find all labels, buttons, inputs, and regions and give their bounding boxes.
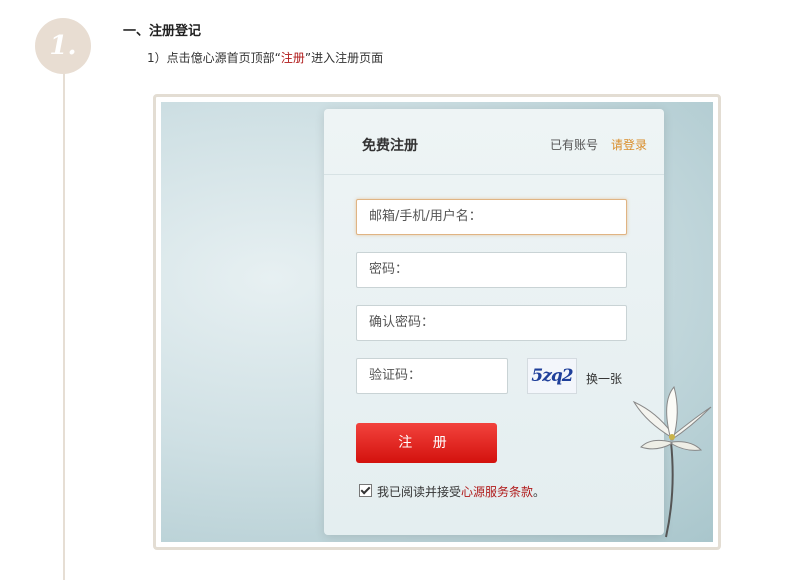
timeline-line (63, 70, 65, 580)
instruction-text: 1）点击億心源首页顶部“注册”进入注册页面 (147, 49, 383, 66)
login-link[interactable]: 请登录 (611, 136, 647, 153)
screenshot-frame: 免费注册 已有账号 请登录 邮箱/手机/用户名： 密码： 确认密码： 验证码： … (153, 94, 721, 550)
confirm-password-input[interactable]: 确认密码： (356, 305, 627, 341)
instruction-highlight: 注册 (280, 51, 305, 65)
register-button[interactable]: 注 册 (356, 423, 497, 463)
register-panel: 免费注册 已有账号 请登录 邮箱/手机/用户名： 密码： 确认密码： 验证码： … (324, 109, 664, 535)
instruction-prefix: 1）点击億心源首页顶部“ (147, 51, 281, 65)
agree-checkbox[interactable] (359, 484, 372, 497)
captcha-input[interactable]: 验证码： (356, 358, 508, 394)
agree-suffix: 。 (533, 485, 546, 499)
instruction-suffix: ”进入注册页面 (304, 51, 384, 65)
step-number-badge: 1. (35, 18, 91, 74)
has-account-label: 已有账号 (550, 138, 599, 152)
agree-terms-row: 我已阅读并接受心源服务条款。 (359, 483, 545, 500)
password-input[interactable]: 密码： (356, 252, 627, 288)
terms-link[interactable]: 心源服务条款 (461, 485, 533, 499)
lotus-flower-decoration (632, 385, 712, 538)
section-title: 一、注册登记 (123, 24, 202, 39)
refresh-captcha-link[interactable]: 换一张 (586, 370, 622, 387)
agree-prefix: 我已阅读并接受 (377, 485, 462, 499)
screenshot-background: 免费注册 已有账号 请登录 邮箱/手机/用户名： 密码： 确认密码： 验证码： … (161, 102, 713, 542)
captcha-image[interactable]: 5zq2 (527, 358, 577, 394)
register-panel-header: 免费注册 已有账号 请登录 (324, 109, 664, 175)
register-panel-title: 免费注册 (362, 138, 418, 154)
account-input[interactable]: 邮箱/手机/用户名： (356, 199, 627, 235)
